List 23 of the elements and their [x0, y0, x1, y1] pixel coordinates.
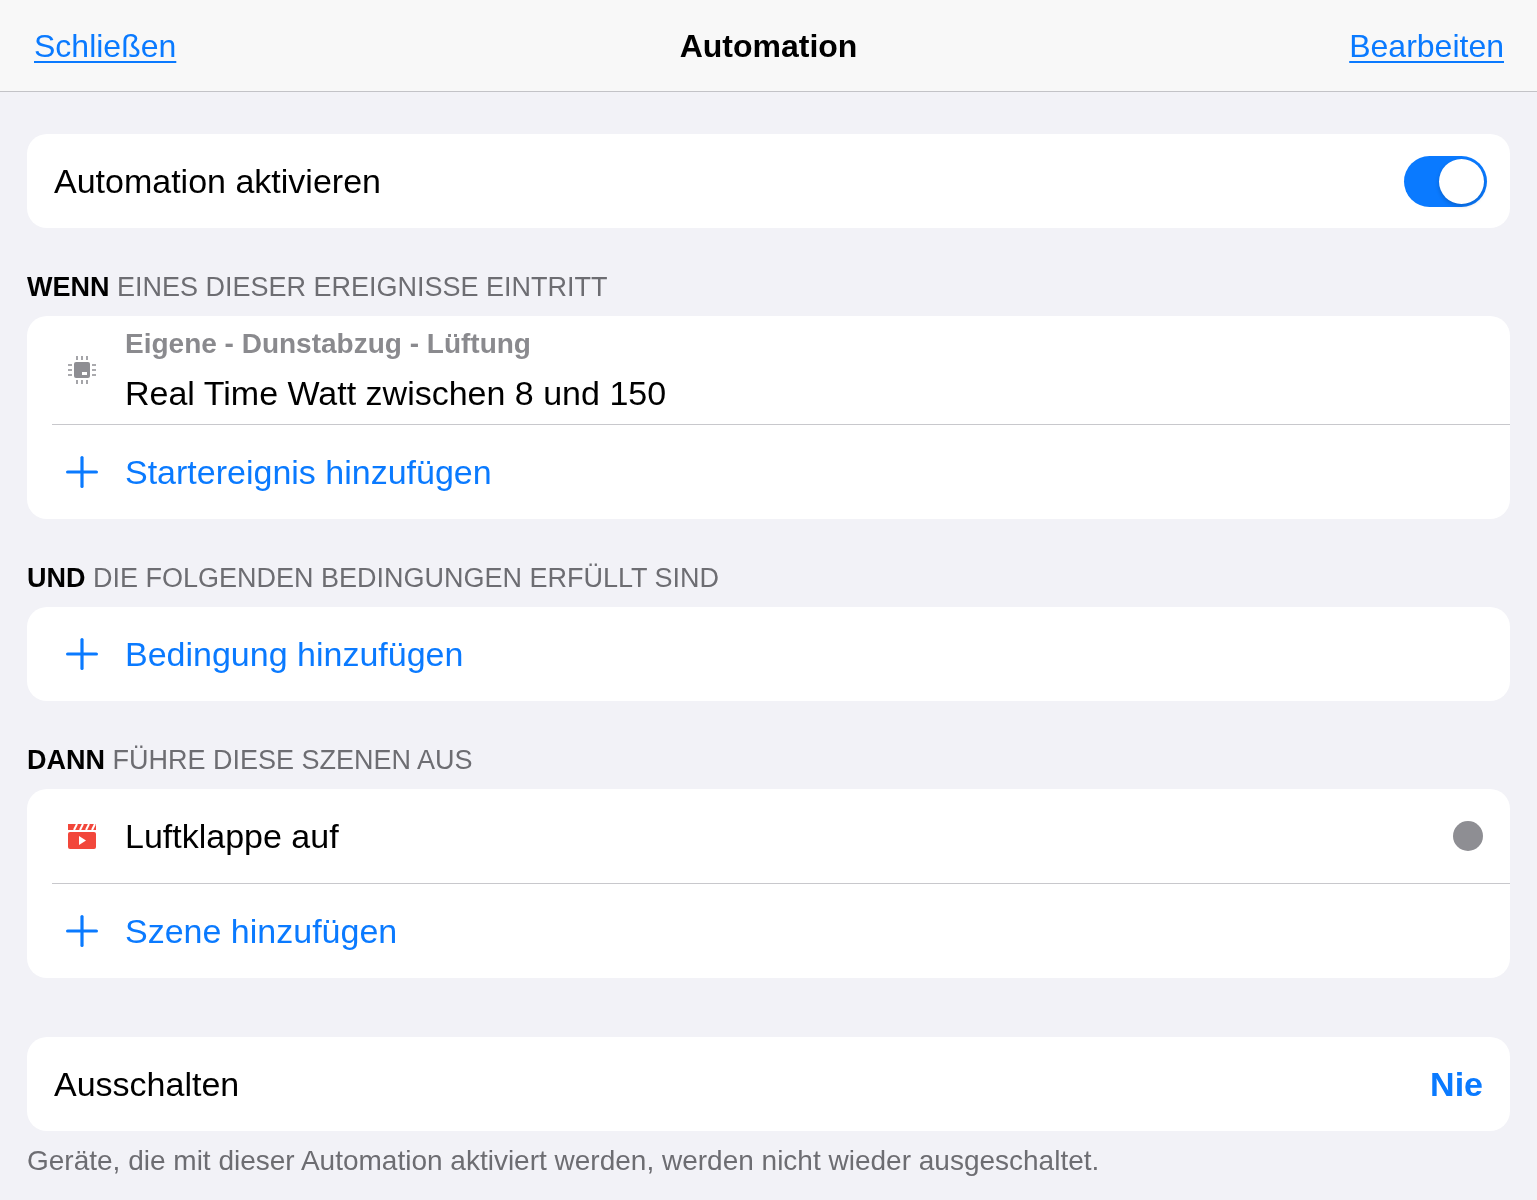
plus-icon [66, 915, 98, 947]
plus-icon [66, 638, 98, 670]
section-heading: WENN EINES DIESER EREIGNISSE EINTRITT [27, 271, 608, 304]
trigger-condition: Real Time Watt zwischen 8 und 150 [125, 372, 667, 413]
close-link[interactable]: Schließen [34, 25, 177, 66]
scene-name: Luftklappe auf [125, 816, 339, 856]
status-dot-icon [1453, 821, 1483, 851]
section-heading: UND DIE FOLGENDEN BEDINGUNGEN ERFÜLLT SIND [27, 562, 720, 595]
setting-label: Automation aktivieren [54, 161, 381, 201]
add-button[interactable]: Szene hinzufügen [66, 911, 398, 951]
value-button[interactable]: Nie [1430, 1064, 1483, 1104]
setting-label: Ausschalten [54, 1064, 240, 1104]
plus-icon [66, 456, 98, 488]
device-name: Eigene - Dunstabzug - Lüftung [125, 327, 532, 360]
clapperboard-icon [66, 822, 98, 850]
add-button[interactable]: Startereignis hinzufügen [66, 452, 492, 492]
toggle-switch[interactable] [1404, 155, 1487, 207]
footnote-text: Geräte, die mit dieser Automation aktiviert werden, werden nicht wieder ausgeschaltet. [27, 1145, 1100, 1177]
section-heading: DANN FÜHRE DIESE SZENEN AUS [27, 744, 473, 777]
add-button[interactable]: Bedingung hinzufügen [66, 634, 464, 674]
chip-icon [66, 354, 98, 386]
page-title: Automation [679, 26, 858, 66]
edit-link[interactable]: Bearbeiten [1349, 25, 1504, 66]
